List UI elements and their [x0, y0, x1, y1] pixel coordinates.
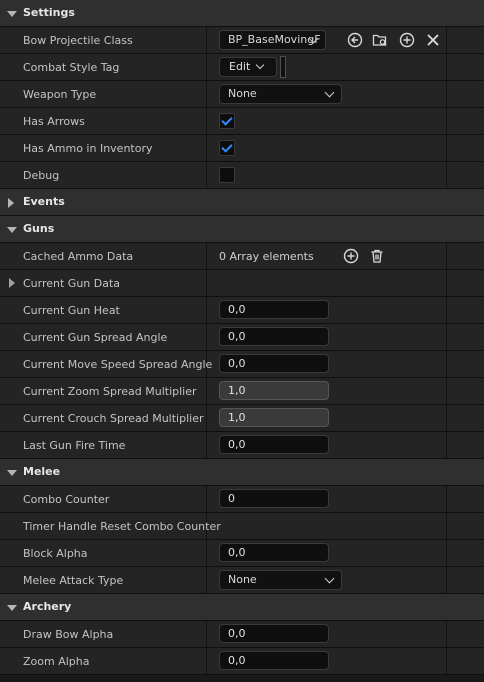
- property-zoom-alpha: Zoom Alpha 0,0: [0, 648, 484, 675]
- property-combat-style-tag: Combat Style Tag Edit: [0, 54, 484, 81]
- chevron-down-icon: [324, 573, 335, 584]
- property-label: Current Zoom Spread Multiplier: [23, 385, 197, 398]
- last-fire-input[interactable]: 0,0: [219, 435, 329, 454]
- use-selected-icon[interactable]: [347, 32, 363, 48]
- property-draw-bow-alpha: Draw Bow Alpha 0,0: [0, 621, 484, 648]
- property-crouch-spread: Current Crouch Spread Multiplier 1,0: [0, 405, 484, 432]
- property-timer-handle: Timer Handle Reset Combo Counter: [0, 513, 484, 540]
- property-label: Weapon Type: [23, 88, 97, 101]
- section-title: Events: [23, 195, 65, 208]
- property-zoom-spread: Current Zoom Spread Multiplier 1,0: [0, 378, 484, 405]
- zoom-spread-input[interactable]: 1,0: [219, 381, 329, 400]
- property-current-gun-heat: Current Gun Heat 0,0: [0, 297, 484, 324]
- property-label: Current Gun Spread Angle: [23, 331, 168, 344]
- property-label: Combo Counter: [23, 493, 110, 506]
- property-current-gun-data[interactable]: Current Gun Data: [0, 270, 484, 297]
- property-label: Current Crouch Spread Multiplier: [23, 412, 204, 425]
- array-count: 0 Array elements: [219, 250, 314, 263]
- property-label: Last Gun Fire Time: [23, 439, 126, 452]
- has-arrows-checkbox[interactable]: [219, 113, 235, 129]
- trash-icon[interactable]: [369, 248, 385, 264]
- add-icon[interactable]: [399, 32, 415, 48]
- section-events[interactable]: Events: [0, 189, 484, 216]
- collapse-arrow-icon[interactable]: [7, 227, 17, 233]
- details-panel: Settings Bow Projectile Class BP_BaseMov…: [0, 0, 484, 682]
- property-melee-attack-type: Melee Attack Type None: [0, 567, 484, 594]
- property-has-arrows: Has Arrows: [0, 108, 484, 135]
- property-label: Melee Attack Type: [23, 574, 124, 587]
- property-move-speed-spread: Current Move Speed Spread Angle 0,0: [0, 351, 484, 378]
- property-label: Draw Bow Alpha: [23, 628, 114, 641]
- property-bow-projectile-class: Bow Projectile Class BP_BaseMovingF: [0, 27, 484, 54]
- section-settings[interactable]: Settings: [0, 0, 484, 27]
- edit-tags-button[interactable]: Edit: [219, 57, 277, 77]
- tag-handle[interactable]: [280, 56, 286, 78]
- collapse-arrow-icon[interactable]: [7, 11, 17, 17]
- move-speed-spread-input[interactable]: 0,0: [219, 354, 329, 373]
- spread-angle-input[interactable]: 0,0: [219, 327, 329, 346]
- property-label: Timer Handle Reset Combo Counter: [23, 520, 221, 533]
- property-label: Has Arrows: [23, 115, 85, 128]
- property-label: Has Ammo in Inventory: [23, 142, 153, 155]
- collapse-arrow-icon[interactable]: [7, 470, 17, 476]
- section-title: Guns: [23, 222, 55, 235]
- combo-value: None: [228, 87, 257, 100]
- clear-icon[interactable]: [425, 32, 441, 48]
- combo-counter-input[interactable]: 0: [219, 489, 329, 508]
- section-guns[interactable]: Guns: [0, 216, 484, 243]
- zoom-alpha-input[interactable]: 0,0: [219, 651, 329, 670]
- chevron-down-icon: [255, 60, 265, 70]
- property-weapon-type: Weapon Type None: [0, 81, 484, 108]
- property-label: Debug: [23, 169, 60, 182]
- property-debug: Debug: [0, 162, 484, 189]
- property-label: Current Gun Data: [23, 277, 121, 290]
- section-archery[interactable]: Archery: [0, 594, 484, 621]
- asset-class-combo[interactable]: BP_BaseMovingF: [219, 30, 326, 50]
- property-last-fire-time: Last Gun Fire Time 0,0: [0, 432, 484, 459]
- crouch-spread-input[interactable]: 1,0: [219, 408, 329, 427]
- draw-bow-alpha-input[interactable]: 0,0: [219, 624, 329, 643]
- chevron-down-icon: [324, 87, 335, 98]
- property-label: Current Move Speed Spread Angle: [23, 358, 213, 371]
- expand-arrow-icon[interactable]: [9, 278, 15, 288]
- add-element-icon[interactable]: [343, 248, 359, 264]
- section-melee[interactable]: Melee: [0, 459, 484, 486]
- property-label: Combat Style Tag: [23, 61, 120, 74]
- section-title: Archery: [23, 600, 72, 613]
- property-combo-counter: Combo Counter 0: [0, 486, 484, 513]
- combo-value: None: [228, 573, 257, 586]
- property-label: Block Alpha: [23, 547, 88, 560]
- property-label: Current Gun Heat: [23, 304, 120, 317]
- weapon-type-combo[interactable]: None: [219, 84, 342, 104]
- browse-folder-icon[interactable]: [372, 32, 388, 48]
- property-block-alpha: Block Alpha 0,0: [0, 540, 484, 567]
- debug-checkbox[interactable]: [219, 167, 235, 183]
- asset-class-value: BP_BaseMovingF: [228, 33, 321, 46]
- property-label: Zoom Alpha: [23, 655, 90, 668]
- property-label: Cached Ammo Data: [23, 250, 134, 263]
- collapse-arrow-icon[interactable]: [7, 605, 17, 611]
- gun-heat-input[interactable]: 0,0: [219, 300, 329, 319]
- property-label: Bow Projectile Class: [23, 34, 133, 47]
- property-has-ammo: Has Ammo in Inventory: [0, 135, 484, 162]
- has-ammo-checkbox[interactable]: [219, 140, 235, 156]
- property-gun-spread-angle: Current Gun Spread Angle 0,0: [0, 324, 484, 351]
- edit-button-label: Edit: [229, 60, 251, 73]
- section-title: Melee: [23, 465, 61, 478]
- property-cached-ammo-data: Cached Ammo Data 0 Array elements: [0, 243, 484, 270]
- section-title: Settings: [23, 6, 75, 19]
- expand-arrow-icon[interactable]: [8, 198, 14, 208]
- block-alpha-input[interactable]: 0,0: [219, 543, 329, 562]
- melee-attack-type-combo[interactable]: None: [219, 570, 342, 590]
